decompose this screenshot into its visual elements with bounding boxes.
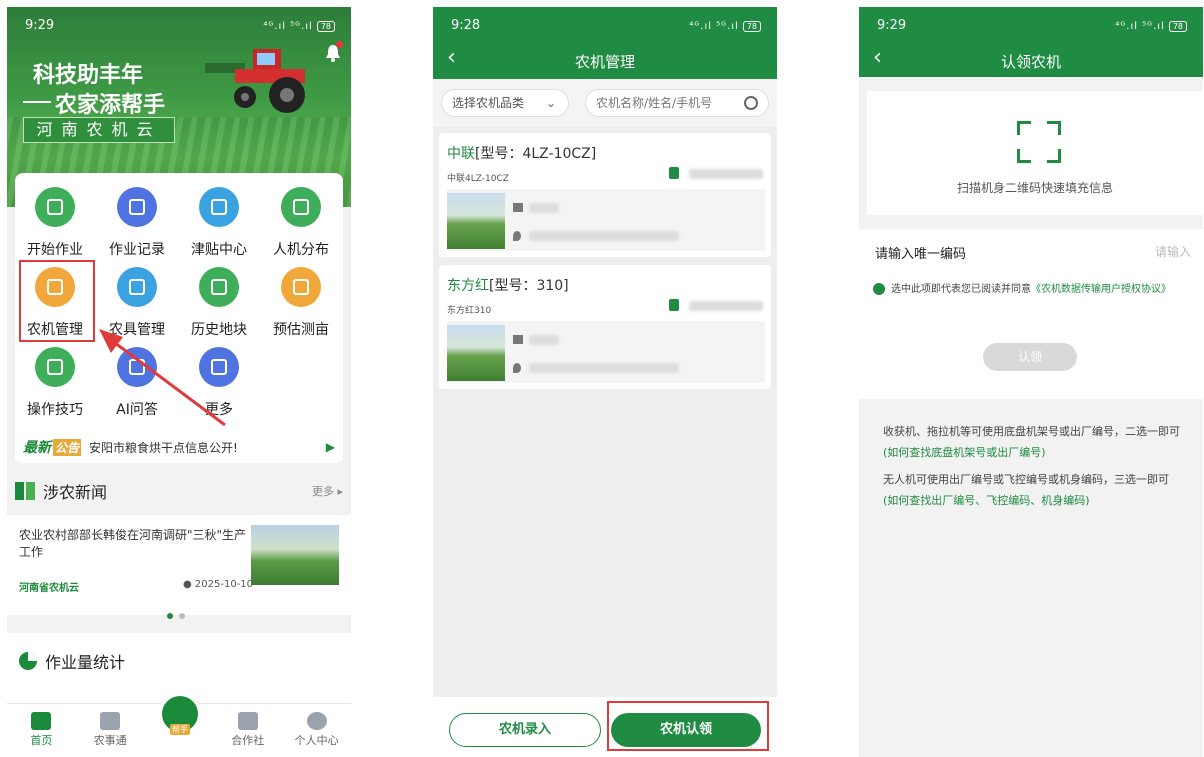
- claim-machine-screen: 9:29 ⁴ᴳ.ıl ⁵ᴳ.ıl 78 ‹ 认领农机 扫描机身二维码快速填充信息 请…: [859, 7, 1203, 757]
- grid-item-start-work[interactable]: 开始作业: [19, 187, 91, 259]
- chevron-down-icon: ⌄: [545, 96, 556, 110]
- grid-item-ai-qa[interactable]: AI问答: [101, 347, 173, 419]
- news-item[interactable]: 农业农村部部长韩俊在河南调研"三秋"生产工作 河南省农机云 ● 2025-10-…: [7, 515, 351, 615]
- news-header: 涉农新闻 更多 ▸: [15, 479, 351, 503]
- category-select[interactable]: 选择农机品类 ⌄: [441, 89, 569, 117]
- signal-icon: ⁴ᴳ.ıl ⁵ᴳ.ıl: [263, 20, 313, 32]
- play-icon: ▶: [325, 440, 335, 454]
- tab-profile[interactable]: 个人中心: [282, 704, 351, 757]
- more-icon: [199, 347, 239, 387]
- implement-icon: [117, 267, 157, 307]
- page-title: 农机管理: [574, 53, 635, 71]
- grid-item-subsidy-center[interactable]: 津贴中心: [183, 187, 255, 259]
- battery-icon: 78: [1168, 20, 1187, 32]
- grid-item-more[interactable]: 更多: [183, 347, 255, 419]
- grid-item-implement-management[interactable]: 农具管理: [101, 267, 173, 339]
- highlight-box: [607, 701, 769, 751]
- agree-checkbox[interactable]: [873, 283, 885, 295]
- brand-label: 河南农机云: [23, 117, 175, 143]
- grid-item-operation-tips[interactable]: 操作技巧: [19, 347, 91, 419]
- book-icon: [15, 482, 35, 500]
- scan-qr-icon: [1017, 121, 1061, 163]
- signal-icon: ⁴ᴳ.ıl ⁵ᴳ.ıl: [689, 20, 739, 32]
- tip1-link[interactable]: (如何查找底盘机架号或出厂编号): [883, 446, 1046, 459]
- filter-bar: 选择农机品类 ⌄ 农机名称/姓名/手机号: [433, 79, 777, 127]
- building-icon: [237, 712, 258, 730]
- page-title: 认领农机: [1000, 53, 1061, 71]
- user-icon: [306, 712, 327, 730]
- header: 9:28 ⁴ᴳ.ıl ⁵ᴳ.ıl 78 ‹ 农机管理: [433, 7, 777, 79]
- carousel-dots: [167, 613, 185, 619]
- machine-card[interactable]: 东方红[型号：310] 东方红310: [439, 265, 771, 389]
- grid-item-work-records[interactable]: 作业记录: [101, 187, 173, 259]
- notice-bar[interactable]: 最新 公告 安阳市粮食烘干点信息公开! ▶: [15, 433, 343, 461]
- tips-section: 收获机、拖拉机等可使用底盘机架号或出厂编号，二选一即可(如何查找底盘机架号或出厂…: [859, 403, 1203, 757]
- search-input[interactable]: 农机名称/姓名/手机号: [585, 89, 769, 117]
- location-icon: [513, 363, 521, 373]
- header: 9:29 ⁴ᴳ.ıl ⁵ᴳ.ıl 78 ‹ 认领农机: [859, 7, 1203, 77]
- claim-form: 请输入唯一编码 请输入 选中此项即代表您已阅读并同意《农机数据传输用户授权协议》…: [859, 229, 1203, 399]
- tractor-icon: [281, 187, 321, 227]
- grid-item-machine-distribution[interactable]: 人机分布: [265, 187, 337, 259]
- home-icon: [31, 712, 52, 730]
- tractor-image: [205, 49, 305, 113]
- home-icon: [513, 203, 523, 212]
- phone-icon[interactable]: [669, 167, 679, 179]
- start-work-icon: [35, 187, 75, 227]
- home-icon: [513, 335, 523, 344]
- status-time: 9:29: [877, 17, 907, 33]
- helper-button[interactable]: 帮手: [159, 693, 201, 735]
- measure-icon: [281, 267, 321, 307]
- plots-icon: [199, 267, 239, 307]
- highlight-box: [19, 260, 95, 342]
- slogan-line1: 科技助丰年: [33, 63, 144, 88]
- farm-icon: [100, 712, 121, 730]
- status-time: 9:28: [451, 17, 481, 33]
- search-icon: [744, 96, 758, 110]
- machine-register-button[interactable]: 农机录入: [449, 713, 601, 747]
- location-icon: [513, 231, 521, 241]
- phone-icon[interactable]: [669, 299, 679, 311]
- machine-thumbnail: [447, 325, 505, 381]
- grid-item-estimate-area[interactable]: 预估测亩: [265, 267, 337, 339]
- home-screen: 9:29 ⁴ᴳ.ıl ⁵ᴳ.ıl 78 科技助丰年 农家添帮手 河南农机云 开始作…: [7, 7, 351, 757]
- battery-icon: 78: [742, 20, 761, 32]
- tip2-link[interactable]: (如何查找出厂编号、飞控编码、机身编码): [883, 494, 1090, 507]
- code-input[interactable]: 请输入: [1155, 243, 1191, 260]
- pie-icon: [19, 652, 37, 670]
- records-icon: [117, 187, 157, 227]
- grid-item-history-plots[interactable]: 历史地块: [183, 267, 255, 339]
- subsidy-icon: [199, 187, 239, 227]
- ai-icon: [117, 347, 157, 387]
- bell-icon[interactable]: [325, 41, 343, 63]
- battery-icon: 78: [316, 20, 335, 32]
- scan-area[interactable]: 扫描机身二维码快速填充信息: [867, 91, 1203, 215]
- news-image: [251, 525, 339, 585]
- tab-cooperative[interactable]: 合作社: [213, 704, 282, 757]
- machine-thumbnail: [447, 193, 505, 249]
- machine-card[interactable]: 中联[型号：4LZ-10CZ] 中联4LZ-10CZ: [439, 133, 771, 257]
- status-time: 9:29: [25, 17, 55, 33]
- claim-button[interactable]: 认领: [983, 343, 1077, 371]
- tab-farm-service[interactable]: 农事通: [76, 704, 145, 757]
- tips-icon: [35, 347, 75, 387]
- agreement-link[interactable]: 《农机数据传输用户授权协议》: [1031, 284, 1171, 295]
- signal-icon: ⁴ᴳ.ıl ⁵ᴳ.ıl: [1115, 20, 1165, 32]
- news-more-link[interactable]: 更多 ▸: [312, 483, 343, 499]
- machine-management-screen: 9:28 ⁴ᴳ.ıl ⁵ᴳ.ıl 78 ‹ 农机管理 选择农机品类 ⌄ 农机名称/姓名…: [433, 7, 777, 757]
- status-bar: 9:29 ⁴ᴳ.ıl ⁵ᴳ.ıl 78: [7, 7, 351, 43]
- tab-home[interactable]: 首页: [7, 704, 76, 757]
- slogan-line2: 农家添帮手: [55, 93, 166, 118]
